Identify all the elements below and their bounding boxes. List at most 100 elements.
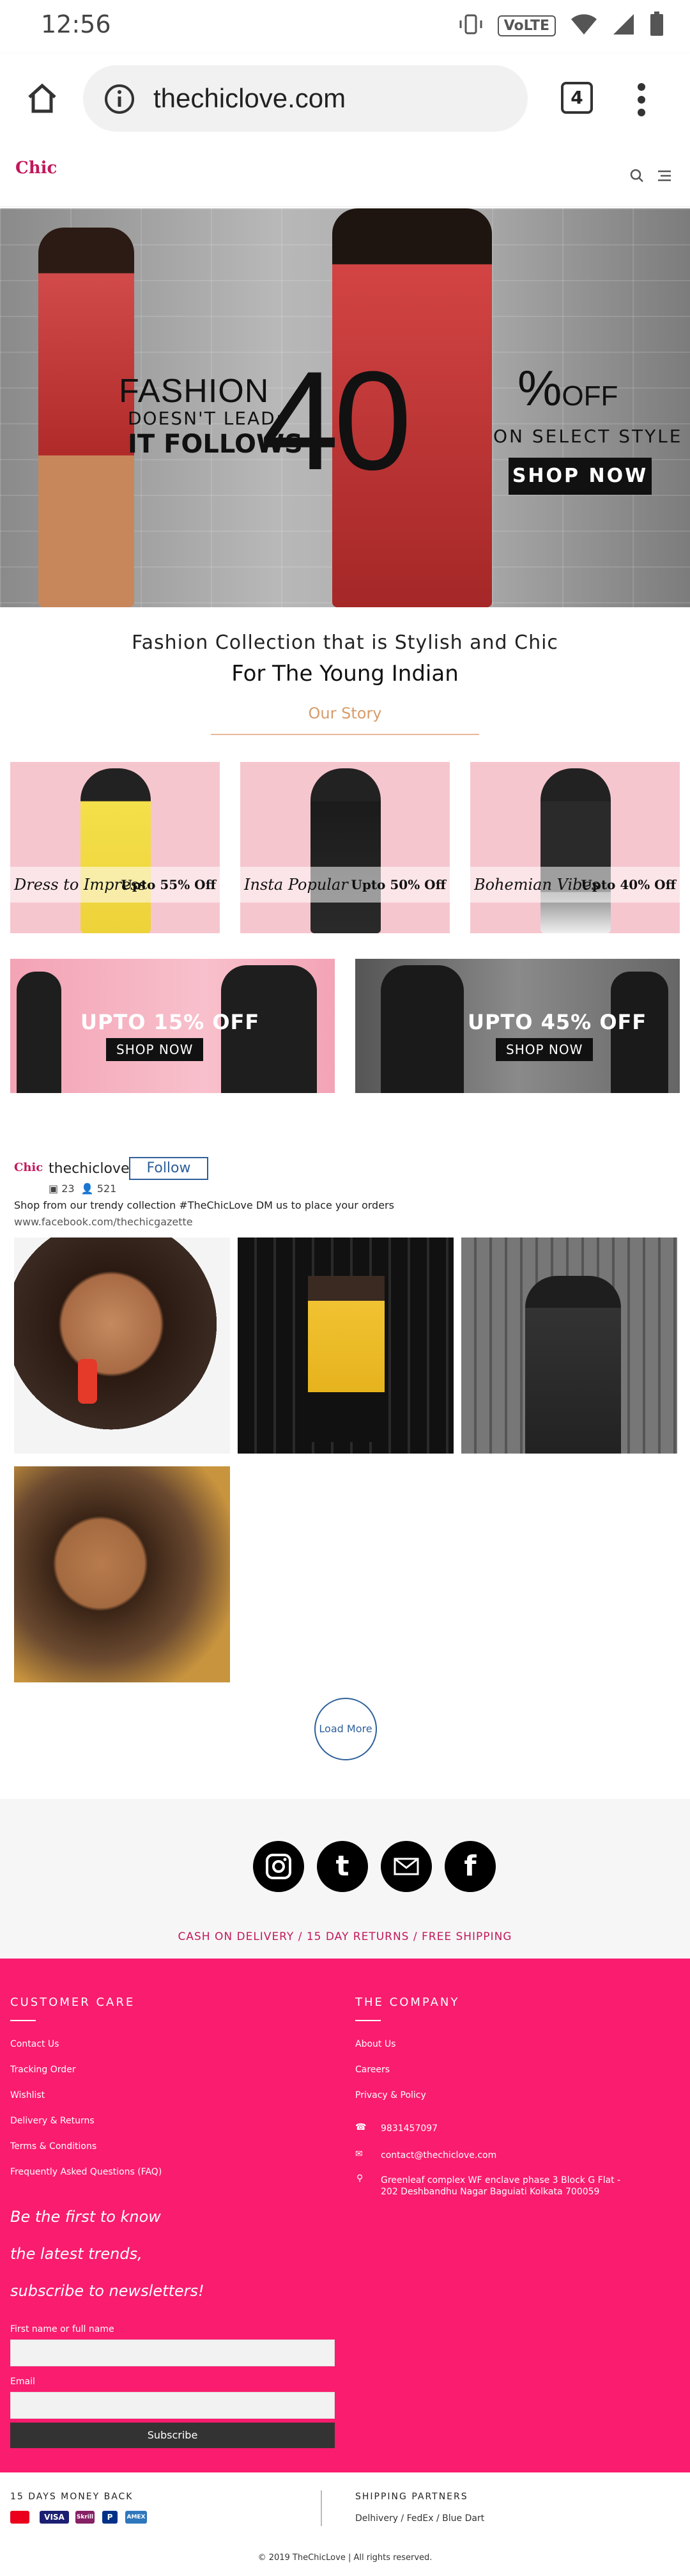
wifi-icon bbox=[570, 13, 598, 38]
subscribe-button[interactable]: Subscribe bbox=[10, 2423, 335, 2448]
banner-shop-now-button[interactable]: SHOP NOW bbox=[496, 1038, 594, 1061]
category-offer: Upto 40% Off bbox=[581, 877, 676, 892]
info-icon[interactable] bbox=[103, 83, 135, 118]
shipping-partners: Delhivery / FedEx / Blue Dart bbox=[355, 2513, 485, 2524]
newsletter-line-3: subscribe to newsletters! bbox=[10, 2282, 204, 2300]
instagram-photo[interactable] bbox=[14, 1238, 230, 1454]
site-logo[interactable]: Chic bbox=[15, 160, 57, 176]
category-offer: Upto 50% Off bbox=[351, 877, 446, 892]
status-bar: 12:56 VoLTE bbox=[0, 0, 690, 54]
mastercard-icon bbox=[10, 2511, 29, 2524]
name-input[interactable] bbox=[10, 2339, 335, 2366]
instagram-username[interactable]: thechiclove bbox=[49, 1161, 129, 1177]
load-more-button[interactable]: Load More bbox=[314, 1698, 377, 1760]
tab-switcher-button[interactable]: 4 bbox=[561, 82, 593, 114]
signal-icon bbox=[612, 13, 635, 38]
shipping-heading: SHIPPING PARTNERS bbox=[355, 2492, 468, 2502]
footer-link-tracking[interactable]: Tracking Order bbox=[10, 2065, 76, 2075]
facebook-icon[interactable]: f bbox=[445, 1841, 496, 1892]
photos-icon: ▣ bbox=[49, 1183, 59, 1195]
footer-link-contact[interactable]: Contact Us bbox=[10, 2039, 59, 2049]
footer-link-about[interactable]: About Us bbox=[355, 2039, 395, 2049]
twitter-icon[interactable]: t bbox=[317, 1841, 368, 1892]
category-offer: Upto 55% Off bbox=[121, 877, 216, 892]
instagram-photo[interactable] bbox=[14, 1466, 230, 1682]
footer-link-delivery[interactable]: Delivery & Returns bbox=[10, 2116, 95, 2126]
divider bbox=[355, 2020, 381, 2021]
promo-banner-15[interactable]: UPTO 15% OFF SHOP NOW bbox=[10, 959, 335, 1093]
hero-discount-label: %OFF bbox=[518, 359, 618, 417]
instagram-stats: ▣ 23 👤 521 bbox=[49, 1183, 116, 1195]
search-icon[interactable] bbox=[630, 169, 644, 185]
hero-subline: DOESN'T LEAD; bbox=[128, 408, 284, 429]
category-card-dress-to-impress[interactable]: Dress to Impress Upto 55% Off bbox=[10, 762, 220, 933]
volte-badge: VoLTE bbox=[497, 15, 556, 36]
instagram-follower-count: 521 bbox=[96, 1183, 117, 1195]
category-card-insta-popular[interactable]: Insta Popular Upto 50% Off bbox=[240, 762, 450, 933]
newsletter-line-1: Be the first to know bbox=[10, 2208, 161, 2226]
instagram-photo[interactable] bbox=[238, 1238, 454, 1454]
browser-toolbar: thechiclove.com 4 bbox=[0, 54, 690, 143]
hero-banner[interactable]: FASHION DOESN'T LEAD; IT FOLLOWS 40 %OFF… bbox=[0, 208, 690, 607]
footer-link-privacy[interactable]: Privacy & Policy bbox=[355, 2090, 426, 2100]
contact-email[interactable]: contact@thechiclove.com bbox=[381, 2150, 496, 2161]
money-back-heading: 15 DAYS MONEY BACK bbox=[10, 2492, 134, 2502]
footer-link-wishlist[interactable]: Wishlist bbox=[10, 2090, 45, 2100]
paypal-icon: P bbox=[102, 2511, 118, 2524]
instagram-bio: Shop from our trendy collection #TheChic… bbox=[14, 1199, 394, 1211]
phone-icon: ☎ bbox=[355, 2122, 367, 2132]
hero-shop-now-button[interactable]: SHOP NOW bbox=[509, 458, 652, 495]
footer-link-faq[interactable]: Frequently Asked Questions (FAQ) bbox=[10, 2167, 162, 2177]
hero-percent: % bbox=[518, 360, 562, 416]
instagram-photo[interactable] bbox=[461, 1238, 677, 1454]
mail-icon: ✉ bbox=[355, 2149, 363, 2159]
url-text[interactable]: thechiclove.com bbox=[153, 83, 346, 114]
more-menu-icon[interactable] bbox=[636, 82, 647, 120]
hero-headline: FASHION bbox=[119, 373, 270, 410]
email-icon[interactable] bbox=[381, 1841, 432, 1892]
hero-discount-number: 40 bbox=[261, 342, 412, 499]
home-icon[interactable] bbox=[24, 81, 60, 119]
banner-offer-text: UPTO 45% OFF bbox=[468, 1010, 647, 1034]
banner-offer-text: UPTO 15% OFF bbox=[80, 1010, 260, 1034]
photo-subject bbox=[308, 1276, 385, 1442]
customer-care-heading: CUSTOMER CARE bbox=[10, 1996, 135, 2009]
category-label: Insta Popular Upto 50% Off bbox=[240, 867, 450, 903]
divider bbox=[321, 2490, 322, 2526]
copyright: © 2019 TheChicLove | All rights reserved… bbox=[257, 2553, 433, 2563]
contact-phone[interactable]: 9831457097 bbox=[381, 2123, 438, 2134]
instagram-avatar[interactable]: Chic bbox=[14, 1162, 43, 1174]
tagline-primary: Fashion Collection that is Stylish and C… bbox=[132, 632, 558, 654]
menu-icon[interactable] bbox=[657, 169, 672, 185]
visa-icon: VISA bbox=[40, 2511, 69, 2524]
promo-banner-45[interactable]: UPTO 45% OFF SHOP NOW bbox=[355, 959, 680, 1093]
email-input[interactable] bbox=[10, 2392, 335, 2419]
contact-address: Greenleaf complex WF enclave phase 3 Blo… bbox=[381, 2175, 621, 2197]
footer-link-terms[interactable]: Terms & Conditions bbox=[10, 2141, 96, 2152]
site-logo-text: Chic bbox=[15, 159, 57, 178]
followers-icon: 👤 bbox=[77, 1183, 94, 1195]
category-image bbox=[540, 768, 611, 933]
photo-subject bbox=[525, 1276, 621, 1454]
site-header: Chic bbox=[0, 143, 690, 207]
category-label: Dress to Impress Upto 55% Off bbox=[10, 867, 220, 903]
hero-model-left bbox=[38, 228, 134, 607]
earring-accent bbox=[78, 1359, 97, 1404]
company-heading: THE COMPANY bbox=[355, 1996, 460, 2009]
store-perks: CASH ON DELIVERY / 15 DAY RETURNS / FREE… bbox=[178, 1930, 512, 1943]
divider bbox=[211, 734, 479, 735]
location-icon: ⚲ bbox=[356, 2173, 364, 2184]
instagram-follow-button[interactable]: Follow bbox=[129, 1157, 208, 1180]
instagram-icon[interactable] bbox=[253, 1841, 304, 1892]
our-story-link[interactable]: Our Story bbox=[0, 704, 690, 722]
banner-shop-now-button[interactable]: SHOP NOW bbox=[106, 1038, 204, 1061]
category-name: Insta Popular bbox=[244, 876, 348, 894]
status-time: 12:56 bbox=[41, 10, 111, 38]
category-card-bohemian-vibes[interactable]: Bohemian Vibes Upto 40% Off bbox=[470, 762, 680, 933]
hero-select-style: ON SELECT STYLE bbox=[493, 426, 683, 447]
newsletter-line-2: the latest trends, bbox=[10, 2245, 142, 2263]
footer-link-careers[interactable]: Careers bbox=[355, 2065, 390, 2075]
tagline-secondary: For The Young Indian bbox=[231, 661, 459, 687]
hero-off: OFF bbox=[562, 380, 618, 412]
instagram-bio-link[interactable]: www.facebook.com/thechicgazette bbox=[14, 1216, 193, 1228]
